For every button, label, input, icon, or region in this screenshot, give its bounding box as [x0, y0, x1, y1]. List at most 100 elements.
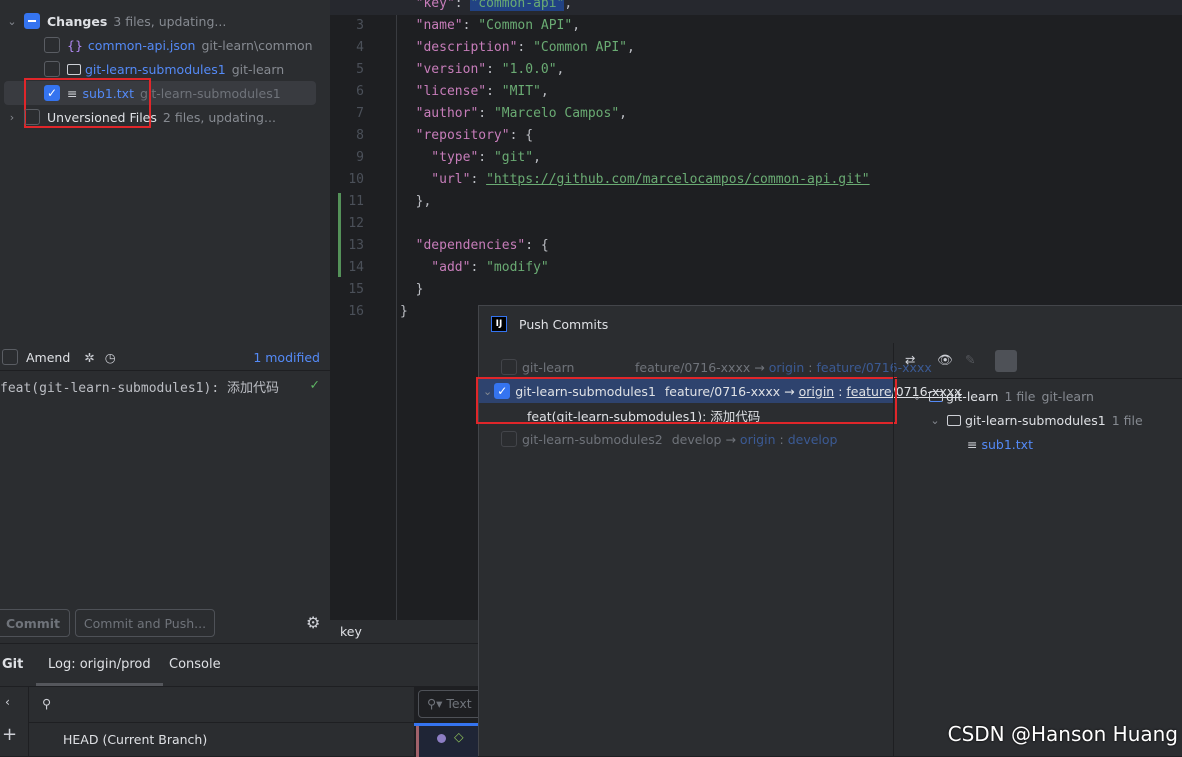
file-row[interactable]: {} common-api.json git-learn\common — [44, 33, 313, 57]
punctuation: , — [564, 0, 573, 11]
json-string: "Common API" — [478, 18, 573, 33]
collapse-icon[interactable]: ⇄ — [905, 352, 915, 367]
amend-row: Amend ✲ ◷ 1 modified — [2, 345, 328, 369]
pencil-icon[interactable]: ✎ — [965, 352, 975, 367]
commit-button[interactable]: Commit — [0, 609, 70, 637]
text-file-icon: ≡ — [967, 436, 978, 452]
punctuation: }, — [400, 194, 432, 209]
tab-console[interactable]: Console — [169, 644, 221, 686]
chevron-right-icon[interactable]: › — [4, 111, 20, 124]
dialog-title: Push Commits — [519, 317, 609, 332]
punctuation: : — [454, 0, 471, 11]
intellij-logo-icon: IJ — [491, 316, 507, 332]
chevron-left-icon[interactable]: ‹ — [5, 694, 10, 709]
ai-assistant-icon[interactable]: ✲ — [84, 350, 94, 365]
file-path: git-learn-submodules1 — [139, 85, 281, 101]
punctuation: : — [478, 150, 494, 165]
chevron-down-icon[interactable]: ⌄ — [909, 390, 925, 403]
line-number: 8 — [356, 128, 364, 143]
tab-git[interactable]: Git — [2, 644, 23, 686]
repo-checkbox[interactable] — [501, 431, 517, 447]
file-name: git-learn-submodules1 — [85, 61, 226, 77]
commit-message-input[interactable]: feat(git-learn-submodules1): 添加代码 ✓ — [0, 375, 330, 605]
file-checkbox[interactable] — [44, 61, 60, 77]
layout-toggle-icon[interactable] — [995, 350, 1017, 372]
punctuation: : — [470, 172, 487, 187]
gutter-divider — [396, 0, 397, 620]
code-line: "add": "modify" — [400, 257, 548, 279]
line-number: 7 — [356, 106, 364, 121]
repo-checkbox[interactable] — [501, 359, 517, 375]
punctuation: } — [400, 304, 408, 319]
json-string: "git" — [493, 150, 534, 165]
line-number: 4 — [356, 40, 364, 55]
punctuation: : — [486, 84, 502, 99]
amend-checkbox[interactable] — [2, 349, 18, 365]
punctuation: , — [540, 84, 549, 99]
modified-count[interactable]: 1 modified — [253, 350, 320, 365]
unversioned-group[interactable]: › Unversioned Files 2 files, updating... — [4, 105, 276, 129]
remote-link[interactable]: origin — [740, 432, 776, 447]
repo-name: git-learn — [522, 359, 575, 375]
folder-icon — [67, 63, 81, 75]
file-checkbox[interactable] — [44, 37, 60, 53]
log-row — [416, 726, 478, 757]
punctuation: : — [462, 18, 479, 33]
tree-root[interactable]: ⌄ git-learn 1 file git-learn — [909, 384, 1094, 408]
local-branch: develop — [671, 431, 722, 447]
unversioned-checkbox[interactable] — [24, 109, 40, 125]
changes-checkbox[interactable] — [24, 13, 40, 29]
code-line: "author": "Marcelo Campos", — [400, 103, 627, 125]
tree-folder-name: git-learn-submodules1 — [965, 412, 1106, 428]
json-key: "repository" — [400, 128, 510, 143]
module-folder-icon — [929, 390, 943, 402]
chevron-down-icon[interactable]: ⌄ — [4, 15, 20, 28]
plus-icon[interactable]: + — [2, 724, 17, 745]
divider — [894, 378, 1182, 379]
folder-icon — [947, 414, 961, 426]
line-number: 14 — [348, 260, 364, 275]
tab-log[interactable]: Log: origin/prod — [36, 644, 163, 686]
remote-link[interactable]: origin — [769, 360, 805, 375]
code-line: "url": "https://github.com/marcelocampos… — [400, 169, 869, 191]
commit-message-text: feat(git-learn-submodules1): 添加代码 — [0, 381, 279, 396]
file-path: git-learn\common — [201, 37, 313, 53]
divider — [893, 343, 894, 757]
json-string: "1.0.0" — [501, 62, 557, 77]
punctuation: , — [626, 40, 635, 55]
punctuation: , — [533, 150, 541, 165]
tree-folder[interactable]: ⌄ git-learn-submodules1 1 file — [927, 408, 1142, 432]
eye-icon[interactable]: 👁 — [937, 352, 953, 368]
search-icon[interactable]: ⚲ — [42, 696, 51, 711]
gear-icon[interactable]: ⚙ — [306, 613, 320, 632]
repo-row[interactable]: git-learn feature/0716-xxxx → origin : f… — [501, 355, 932, 379]
json-key: "key" — [400, 0, 455, 11]
history-icon[interactable]: ◷ — [105, 350, 116, 365]
code-line: "license": "MIT", — [400, 81, 549, 103]
punctuation: : — [517, 40, 534, 55]
unversioned-label: Unversioned Files — [47, 109, 157, 125]
search-dropdown-icon: ⚲▾ — [427, 696, 443, 711]
check-icon: ✓ — [309, 377, 320, 392]
chevron-down-icon[interactable]: ⌄ — [927, 414, 943, 427]
target-branch-link[interactable]: develop — [788, 432, 838, 447]
commit-panel: ⌄ Changes 3 files, updating... {} common… — [0, 0, 330, 643]
filter-placeholder: Text — [446, 696, 472, 711]
json-string: "common-api" — [470, 0, 565, 11]
punctuation: , — [619, 106, 627, 121]
divider — [0, 370, 330, 371]
branch-head[interactable]: HEAD (Current Branch) — [63, 732, 207, 747]
git-tool-window: Git Log: origin/prod Console ‹ + ⚲ HEAD … — [0, 643, 488, 757]
json-key: "add" — [400, 260, 471, 275]
line-number: 3 — [356, 18, 364, 33]
tree-file[interactable]: ≡ sub1.txt — [967, 432, 1033, 456]
line-number: 12 — [348, 216, 364, 231]
repo-row[interactable]: git-learn-submodules2 develop → origin :… — [501, 427, 837, 451]
changes-group[interactable]: ⌄ Changes 3 files, updating... — [4, 9, 226, 33]
json-key: "type" — [400, 150, 479, 165]
punctuation: : — [470, 260, 487, 275]
json-string: "MIT" — [501, 84, 541, 99]
tag-icon: ◇ — [454, 729, 464, 744]
arrow: → — [725, 431, 736, 447]
commit-and-push-button[interactable]: Commit and Push... — [75, 609, 215, 637]
